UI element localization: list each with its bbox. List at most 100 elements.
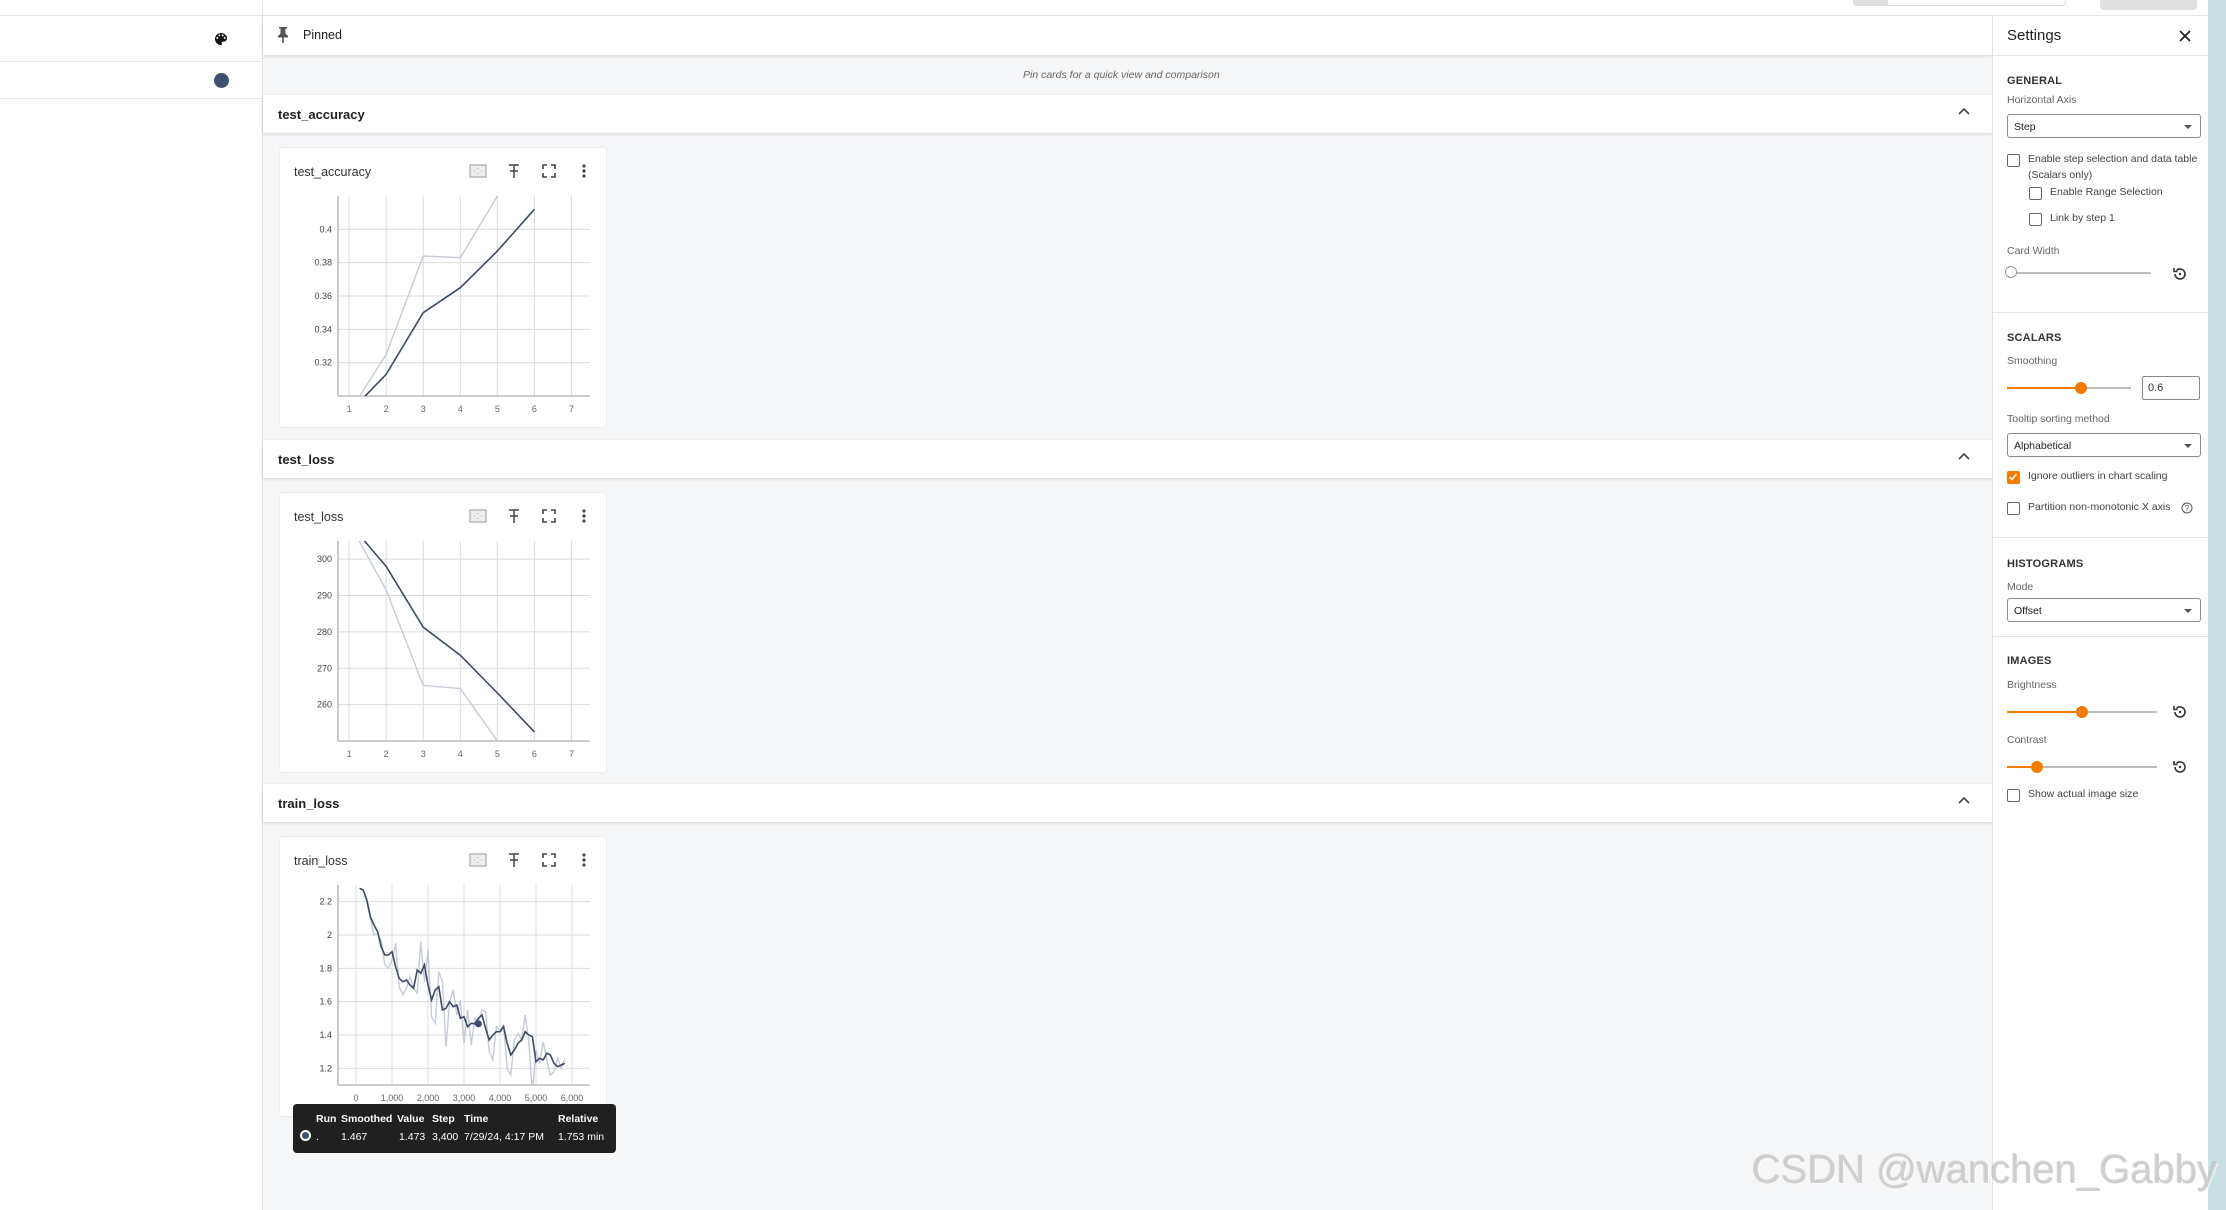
y-tick-label: 0.36 bbox=[314, 291, 332, 301]
x-tick-label: 7 bbox=[569, 749, 574, 759]
close-icon[interactable] bbox=[2177, 28, 2193, 44]
smoothing-slider-fill bbox=[2007, 387, 2082, 389]
smoothing-input[interactable] bbox=[2142, 376, 2200, 400]
reset-icon[interactable] bbox=[2171, 758, 2189, 776]
mode-label: Mode bbox=[2007, 581, 2034, 593]
card-title: test_loss bbox=[294, 510, 344, 524]
actual-image-size-checkbox[interactable] bbox=[2007, 789, 2020, 802]
images-heading: IMAGES bbox=[2007, 655, 2052, 667]
fit-domain-icon[interactable] bbox=[469, 162, 487, 180]
partition-x-checkbox[interactable] bbox=[2007, 502, 2020, 515]
tooltip-run: . bbox=[316, 1131, 319, 1143]
card-width-slider-track[interactable] bbox=[2011, 272, 2151, 274]
section-header-train-loss[interactable]: train_loss bbox=[263, 784, 1992, 822]
x-tick-label: 5 bbox=[495, 404, 500, 414]
fullscreen-icon[interactable] bbox=[540, 851, 558, 869]
fit-domain-icon[interactable] bbox=[469, 851, 487, 869]
y-tick-label: 2.2 bbox=[319, 897, 332, 907]
settings-scalars: SCALARS Smoothing Tooltip sorting method… bbox=[1993, 312, 2208, 515]
run-color-header bbox=[0, 16, 262, 62]
tooltip-header-relative: Relative bbox=[558, 1113, 599, 1125]
run-row[interactable] bbox=[0, 62, 262, 99]
brightness-slider-thumb[interactable] bbox=[2076, 706, 2088, 718]
pin-icon[interactable] bbox=[505, 851, 523, 869]
tooltip-sort-select[interactable]: Alphabetical bbox=[2007, 433, 2201, 457]
y-tick-label: 270 bbox=[317, 663, 332, 673]
tooltip-smoothed: 1.467 bbox=[341, 1131, 368, 1143]
view-toggle-active[interactable] bbox=[1854, 0, 1888, 5]
view-toggle-group[interactable] bbox=[1853, 0, 2066, 6]
tooltip-header-run: Run bbox=[316, 1113, 337, 1125]
reset-icon[interactable] bbox=[2171, 265, 2189, 283]
partition-x-label: Partition non-monotonic X axis bbox=[2028, 501, 2171, 513]
smoothing-label: Smoothing bbox=[2007, 355, 2058, 367]
dropdown-arrow-icon bbox=[2184, 125, 2192, 129]
settings-images: IMAGES Brightness Contrast Show actual i… bbox=[1993, 636, 2208, 806]
general-heading: GENERAL bbox=[2007, 75, 2063, 87]
settings-general: GENERAL Horizontal Axis Step Enable step… bbox=[1993, 55, 2208, 312]
pin-icon[interactable] bbox=[505, 507, 523, 525]
train-loss-chart[interactable]: 0 1,000 2,000 3,000 4,000 5,000 6,000 1.2 1.4 1.6… bbox=[280, 877, 608, 1117]
raw-series-line bbox=[358, 541, 499, 741]
chevron-up-icon[interactable] bbox=[1956, 104, 1972, 120]
step-selection-checkbox[interactable] bbox=[2007, 154, 2020, 167]
section-header-test-accuracy[interactable]: test_accuracy bbox=[263, 95, 1992, 133]
histogram-mode-select[interactable]: Offset bbox=[2007, 598, 2201, 622]
contrast-slider-thumb[interactable] bbox=[2031, 761, 2043, 773]
x-tick-label: 4,000 bbox=[489, 1093, 512, 1103]
more-vert-icon[interactable] bbox=[575, 851, 593, 869]
link-by-step-label: Link by step 1 bbox=[2050, 212, 2115, 224]
checkmark-icon bbox=[2008, 473, 2018, 481]
card-title: train_loss bbox=[294, 854, 348, 868]
tooltip-sort-label: Tooltip sorting method bbox=[2007, 413, 2110, 425]
card-width-slider-thumb[interactable] bbox=[2005, 266, 2017, 278]
y-tick-label: 280 bbox=[317, 627, 332, 637]
chevron-up-icon[interactable] bbox=[1956, 793, 1972, 809]
x-tick-label: 3 bbox=[421, 749, 426, 759]
range-selection-label: Enable Range Selection bbox=[2050, 186, 2163, 198]
y-tick-label: 1.4 bbox=[319, 1030, 332, 1040]
fit-domain-icon[interactable] bbox=[469, 507, 487, 525]
section-title: test_loss bbox=[278, 452, 335, 467]
test-loss-chart[interactable]: 1 2 3 4 5 6 7 260 270 280 290 300 bbox=[280, 533, 608, 773]
test-accuracy-chart[interactable]: 1 2 3 4 5 6 7 0.32 0.34 0.36 0.38 0.4 bbox=[280, 188, 608, 428]
section-title: train_loss bbox=[278, 796, 340, 811]
section-header-test-loss[interactable]: test_loss bbox=[263, 440, 1992, 478]
x-tick-label: 7 bbox=[569, 404, 574, 414]
run-color-swatch[interactable] bbox=[214, 73, 229, 88]
chart-tooltip: Run Smoothed Value Step Time Relative . … bbox=[293, 1104, 616, 1153]
settings-title: Settings bbox=[2007, 27, 2062, 44]
smoothing-slider-thumb[interactable] bbox=[2075, 382, 2088, 394]
more-vert-icon[interactable] bbox=[575, 162, 593, 180]
pin-icon[interactable] bbox=[505, 162, 523, 180]
dropdown-arrow-icon bbox=[2184, 609, 2192, 613]
palette-icon[interactable] bbox=[213, 31, 229, 47]
horizontal-axis-label: Horizontal Axis bbox=[2007, 94, 2077, 106]
tooltip-value: 1.473 bbox=[399, 1131, 426, 1143]
tooltip-sort-value: Alphabetical bbox=[2014, 440, 2072, 452]
scrollbar[interactable] bbox=[2208, 0, 2226, 1210]
more-vert-icon[interactable] bbox=[575, 507, 593, 525]
fullscreen-icon[interactable] bbox=[540, 507, 558, 525]
ignore-outliers-label: Ignore outliers in chart scaling bbox=[2028, 470, 2168, 482]
highlight-point bbox=[474, 1020, 482, 1028]
y-tick-label: 1.2 bbox=[319, 1063, 332, 1073]
link-by-step-checkbox[interactable] bbox=[2029, 213, 2042, 226]
x-tick-label: 2 bbox=[384, 749, 389, 759]
sidebar-row-top bbox=[0, 0, 262, 16]
chevron-up-icon[interactable] bbox=[1956, 449, 1972, 465]
horizontal-axis-select[interactable]: Step bbox=[2007, 114, 2201, 138]
settings-toggle-button[interactable] bbox=[2100, 0, 2197, 10]
x-tick-label: 3 bbox=[421, 404, 426, 414]
reset-icon[interactable] bbox=[2171, 703, 2189, 721]
range-selection-checkbox[interactable] bbox=[2029, 187, 2042, 200]
ignore-outliers-checkbox[interactable] bbox=[2007, 471, 2020, 484]
smoothed-series-line bbox=[359, 887, 566, 1068]
fullscreen-icon[interactable] bbox=[540, 162, 558, 180]
y-tick-label: 0.34 bbox=[314, 324, 332, 334]
x-tick-label: 1 bbox=[347, 404, 352, 414]
help-icon[interactable]: ? bbox=[2181, 502, 2193, 514]
smoothed-series-line bbox=[363, 541, 535, 733]
y-tick-label: 260 bbox=[317, 700, 332, 710]
x-tick-label: 0 bbox=[353, 1093, 358, 1103]
